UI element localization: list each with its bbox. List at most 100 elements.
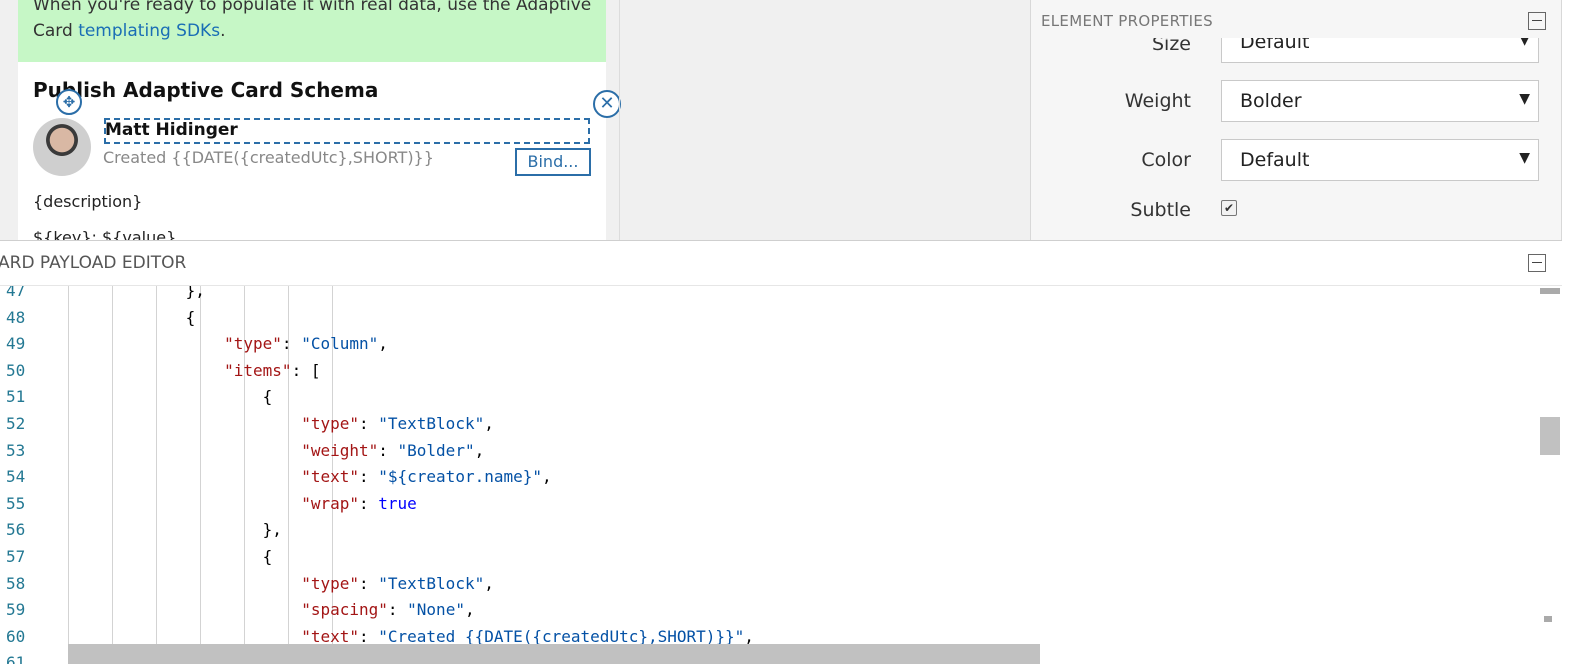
line-number: 58 <box>6 573 26 593</box>
code-token: "TextBlock" <box>378 414 485 433</box>
code-line[interactable]: "weight": "Bolder", <box>70 441 484 460</box>
weight-select[interactable]: Bolder ▼ <box>1221 80 1539 122</box>
code-line[interactable]: { <box>70 547 273 566</box>
code-token: : <box>358 493 379 513</box>
code-line[interactable]: "text": "Created {{DATE({createdUtc},SHO… <box>70 627 754 646</box>
scroll-marker <box>1540 288 1560 294</box>
code-line[interactable]: "items": [ <box>70 361 320 380</box>
code-token: "weight" <box>301 440 379 460</box>
line-number: 51 <box>6 387 26 407</box>
code-token: : <box>378 440 398 460</box>
move-icon[interactable]: ✥ <box>56 89 82 115</box>
card-title[interactable]: Publish Adaptive Card Schema <box>33 78 378 102</box>
collapse-icon[interactable] <box>1528 12 1546 30</box>
card-description[interactable]: {description} <box>33 192 142 211</box>
close-circle-icon[interactable]: ✕ <box>593 90 621 118</box>
weight-value: Bolder <box>1240 90 1302 112</box>
code-token: "Bolder" <box>397 440 475 460</box>
outer-right-edge <box>1562 240 1591 664</box>
code-token: "text" <box>301 626 359 646</box>
chevron-down-icon: ▼ <box>1519 38 1530 48</box>
code-line[interactable]: }, <box>70 286 205 300</box>
collapse-icon[interactable] <box>1528 254 1546 272</box>
line-number-gutter: 47 48 49 50 51 52 53 54 55 56 57 58 59 60 61 <box>0 286 62 664</box>
subtle-label: Subtle <box>1130 199 1191 221</box>
code-token: : <box>358 626 379 646</box>
line-number: 54 <box>6 467 26 487</box>
code-token: "Created {{DATE({createdUtc},SHORT)}}" <box>378 626 745 646</box>
code-token: }, <box>70 520 282 540</box>
right-scrollbar[interactable] <box>1561 0 1591 240</box>
gutter-separator <box>68 286 69 664</box>
line-number: 49 <box>6 334 26 354</box>
avatar[interactable] <box>33 118 91 176</box>
code-line[interactable]: "type": "TextBlock", <box>70 414 494 433</box>
vertical-scroll-thumb[interactable] <box>1540 417 1560 455</box>
templating-sdks-link[interactable]: templating SDKs <box>78 21 220 41</box>
vertical-scrollbar[interactable] <box>1538 286 1562 664</box>
bind-button[interactable]: Bind... <box>515 148 591 176</box>
payload-editor-title: ARD PAYLOAD EDITOR <box>0 253 187 273</box>
code-token: }, <box>70 286 205 300</box>
line-number: 53 <box>6 440 26 460</box>
code-line[interactable]: "spacing": "None", <box>70 600 474 620</box>
chevron-down-icon: ▼ <box>1519 91 1530 107</box>
code-token: "spacing" <box>301 600 388 620</box>
element-properties-pane: ELEMENT PROPERTIES Size Default ▼ Weight… <box>1030 0 1562 240</box>
created-date[interactable]: Created {{DATE({createdUtc},SHORT)}} <box>103 148 434 167</box>
size-select[interactable]: Default ▼ <box>1221 38 1539 63</box>
color-value: Default <box>1240 149 1310 171</box>
line-number: 52 <box>6 414 26 433</box>
code-token: { <box>70 547 273 566</box>
pane-divider[interactable] <box>619 0 620 240</box>
code-token: "${creator.name}" <box>378 467 543 487</box>
code-line[interactable]: "type": "TextBlock", <box>70 574 494 593</box>
code-token: , <box>542 467 552 487</box>
code-line[interactable]: "text": "${creator.name}", <box>70 467 552 487</box>
line-number: 50 <box>6 360 26 380</box>
horizontal-scrollbar[interactable] <box>68 644 1040 664</box>
properties-list: Size Default ▼ Weight Bolder ▼ Color Def… <box>1031 38 1562 240</box>
weight-label: Weight <box>1124 90 1191 112</box>
code-editor[interactable]: 47 48 49 50 51 52 53 54 55 56 57 58 59 60 61 }, { "typ… <box>0 286 1562 664</box>
code-token: "Column" <box>301 334 379 354</box>
line-number: 56 <box>6 520 26 540</box>
line-number: 57 <box>6 547 26 566</box>
code-token: "items" <box>224 360 292 380</box>
line-number: 55 <box>6 493 26 513</box>
size-value: Default <box>1240 38 1310 53</box>
code-line[interactable]: "wrap": true <box>70 494 417 513</box>
code-token: : <box>281 334 302 354</box>
color-select[interactable]: Default ▼ <box>1221 139 1539 181</box>
code-token: , <box>484 414 494 433</box>
line-number: 59 <box>6 600 26 620</box>
code-line[interactable]: { <box>70 307 196 327</box>
properties-title: ELEMENT PROPERTIES <box>1041 12 1213 30</box>
code-line[interactable]: }, <box>70 520 282 539</box>
fact-key-value[interactable]: ${key}: ${value} <box>33 228 176 240</box>
code-token: { <box>70 307 196 327</box>
code-token: "type" <box>301 414 359 433</box>
code-token: , <box>484 573 494 593</box>
code-line[interactable]: { <box>70 387 273 406</box>
code-token: "TextBlock" <box>378 573 485 593</box>
card-preview: When you're ready to populate it with re… <box>18 0 606 240</box>
code-line[interactable]: "type": "Column", <box>70 334 388 353</box>
code-token: : [ <box>291 360 321 380</box>
line-number: 48 <box>6 307 26 327</box>
chevron-down-icon: ▼ <box>1519 150 1530 166</box>
templating-notice: When you're ready to populate it with re… <box>18 0 606 62</box>
subtle-checkbox[interactable]: ✔ <box>1221 200 1237 216</box>
code-token: : <box>358 467 379 487</box>
line-number: 60 <box>6 626 26 646</box>
code-token: "None" <box>407 600 465 620</box>
line-number: 61 <box>6 653 26 664</box>
checkmark-icon: ✔ <box>1223 201 1235 215</box>
